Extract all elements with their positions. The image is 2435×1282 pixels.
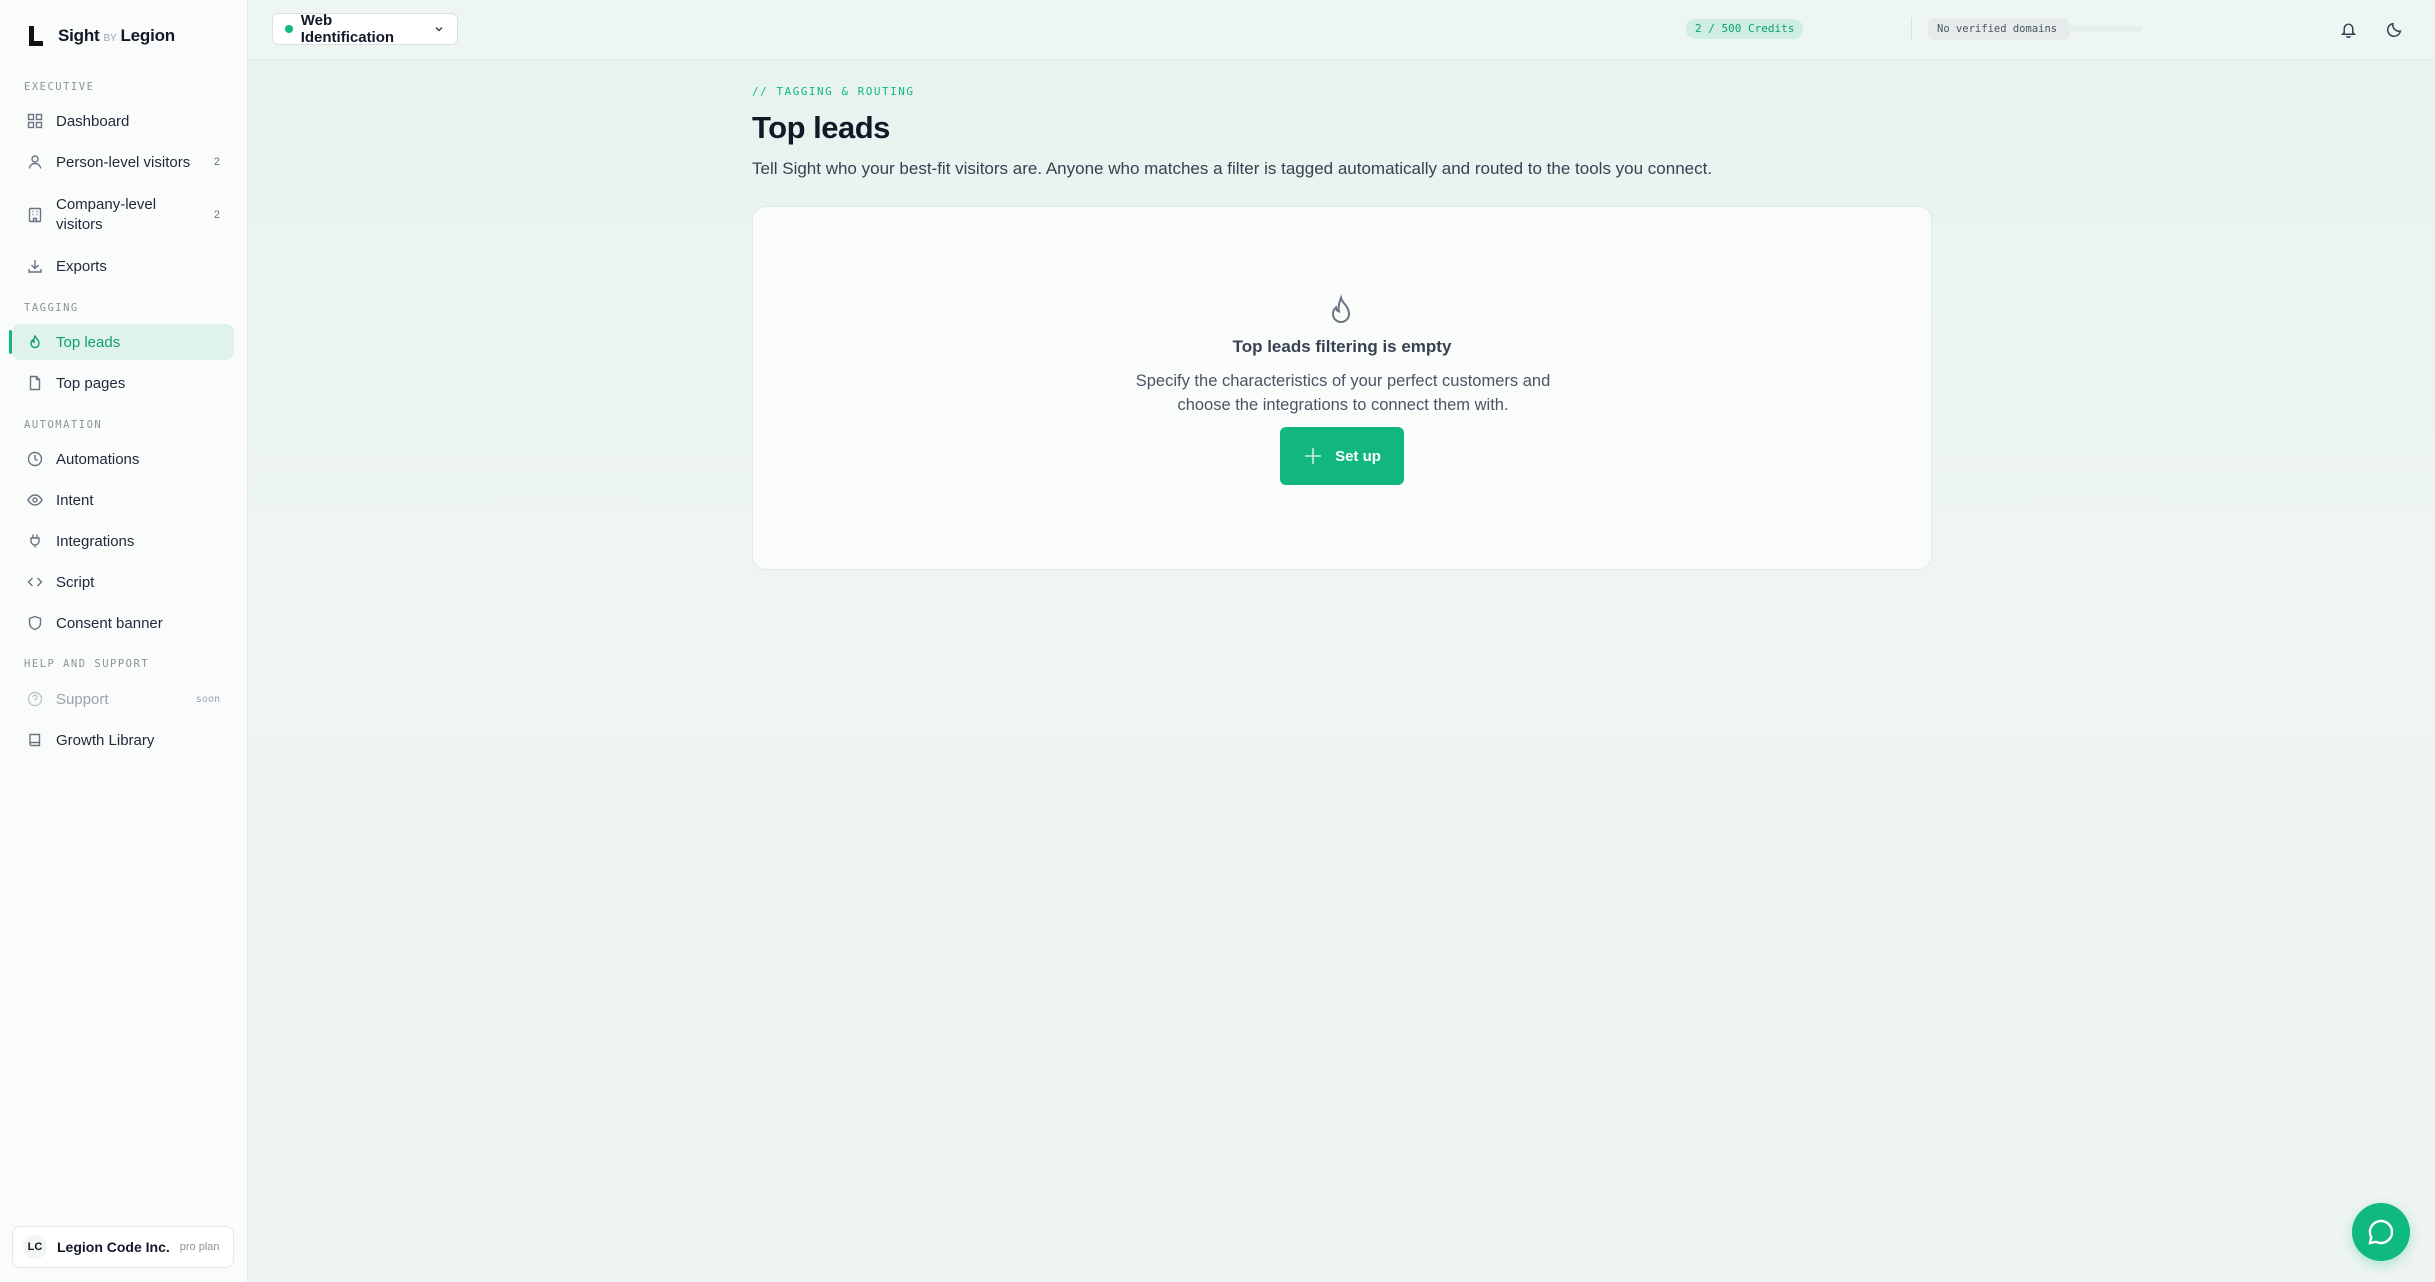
brand-name-right: Legion: [120, 26, 175, 45]
logo-icon: [26, 25, 44, 47]
sidebar-item-label: Script: [56, 573, 95, 591]
flame-icon: [1323, 293, 1359, 329]
clock-icon: [26, 450, 44, 468]
page-title: Top leads: [752, 110, 890, 145]
sidebar-item-dashboard[interactable]: Dashboard: [12, 106, 234, 136]
dashboard-icon: [26, 112, 44, 130]
main-content: // TAGGING & ROUTING Top leads Tell Sigh…: [248, 60, 2435, 1282]
sidebar-item-label: Consent banner: [56, 614, 163, 632]
chat-launcher[interactable]: [2352, 1203, 2410, 1261]
section-label-automation: AUTOMATION: [24, 419, 103, 431]
sidebar-item-company-level-visitors[interactable]: Company-level visitors 2: [12, 190, 234, 240]
org-plan: pro plan: [179, 1241, 220, 1253]
sidebar-item-consent-banner[interactable]: Consent banner: [12, 608, 234, 638]
sidebar-item-top-leads[interactable]: Top leads: [9, 324, 234, 360]
workspace-label: Web Identification: [300, 12, 395, 46]
section-label-executive: EXECUTIVE: [24, 81, 95, 93]
empty-state-description: Specify the characteristics of your perf…: [1135, 372, 1551, 414]
empty-state-card: Top leads filtering is empty Specify the…: [752, 206, 1932, 570]
sidebar-item-label: Company-level visitors: [56, 196, 157, 233]
sidebar-item-automations[interactable]: Automations: [12, 444, 234, 474]
org-switcher[interactable]: LC Legion Code Inc. pro plan: [12, 1226, 234, 1268]
user-icon: [26, 153, 44, 171]
sidebar-item-label: Top leads: [56, 333, 121, 351]
divider: [1911, 18, 1912, 40]
plus-icon: [1303, 446, 1323, 466]
setup-button[interactable]: Set up: [1280, 427, 1404, 485]
credits-progress: [2062, 26, 2142, 32]
count-badge: 2: [213, 156, 220, 168]
credits-badge: 2 / 500 Credits: [1686, 19, 1804, 39]
chevron-down-icon: [433, 23, 445, 35]
moon-icon[interactable]: [2382, 17, 2406, 41]
sidebar-item-label: Integrations: [56, 532, 135, 550]
sidebar-item-label: Support: [56, 690, 109, 708]
brand-name: Sight BY Legion: [58, 26, 175, 46]
brand-name-left: Sight: [58, 26, 100, 45]
sidebar-item-support: Support soon: [12, 684, 234, 714]
status-dot: [285, 25, 293, 33]
sidebar-item-label: Top pages: [56, 374, 126, 392]
download-icon: [26, 257, 44, 275]
sidebar-item-growth-library[interactable]: Growth Library: [12, 725, 234, 755]
sidebar-item-intent[interactable]: Intent: [12, 485, 234, 515]
sidebar-item-label: Intent: [56, 491, 94, 509]
shield-icon: [26, 614, 44, 632]
plug-icon: [26, 532, 44, 550]
soon-badge: soon: [195, 693, 220, 705]
bell-icon[interactable]: [2336, 17, 2360, 41]
sidebar: Sight BY Legion EXECUTIVE Dashboard Person…: [0, 0, 248, 1282]
sidebar-item-label: Automations: [56, 450, 140, 468]
empty-state-title: Top leads filtering is empty: [1232, 337, 1452, 356]
section-label-tagging: TAGGING: [24, 302, 79, 314]
brand-name-by: BY: [103, 33, 117, 44]
domains-badge[interactable]: No verified domains: [1928, 18, 2070, 40]
file-icon: [26, 374, 44, 392]
sidebar-item-exports[interactable]: Exports: [12, 251, 234, 281]
flame-icon: [26, 333, 44, 351]
page-description: Tell Sight who your best-fit visitors ar…: [752, 159, 1713, 178]
section-label-help: HELP AND SUPPORT: [24, 658, 150, 670]
brand[interactable]: Sight BY Legion: [26, 23, 175, 49]
app: Sight BY Legion EXECUTIVE Dashboard Person…: [0, 0, 2435, 1282]
count-badge: 2: [213, 209, 220, 221]
sidebar-item-person-level-visitors[interactable]: Person-level visitors 2: [12, 147, 234, 177]
sidebar-item-script[interactable]: Script: [12, 567, 234, 597]
sidebar-item-label: Person-level visitors: [56, 153, 191, 171]
building-icon: [26, 206, 44, 224]
sidebar-item-label: Growth Library: [56, 731, 155, 749]
setup-button-label: Set up: [1335, 447, 1381, 465]
eye-icon: [26, 491, 44, 509]
book-icon: [26, 731, 44, 749]
avatar: LC: [23, 1235, 47, 1259]
sidebar-item-top-pages[interactable]: Top pages: [12, 368, 234, 398]
sidebar-item-label: Exports: [56, 257, 107, 275]
breadcrumb: // TAGGING & ROUTING: [752, 85, 915, 98]
sidebar-item-label: Dashboard: [56, 112, 130, 130]
org-name: Legion Code Inc.: [57, 1239, 170, 1255]
code-icon: [26, 573, 44, 591]
sidebar-item-integrations[interactable]: Integrations: [12, 526, 234, 556]
chat-icon: [2366, 1217, 2396, 1247]
help-icon: [26, 690, 44, 708]
workspace-selector[interactable]: Web Identification: [272, 12, 458, 46]
